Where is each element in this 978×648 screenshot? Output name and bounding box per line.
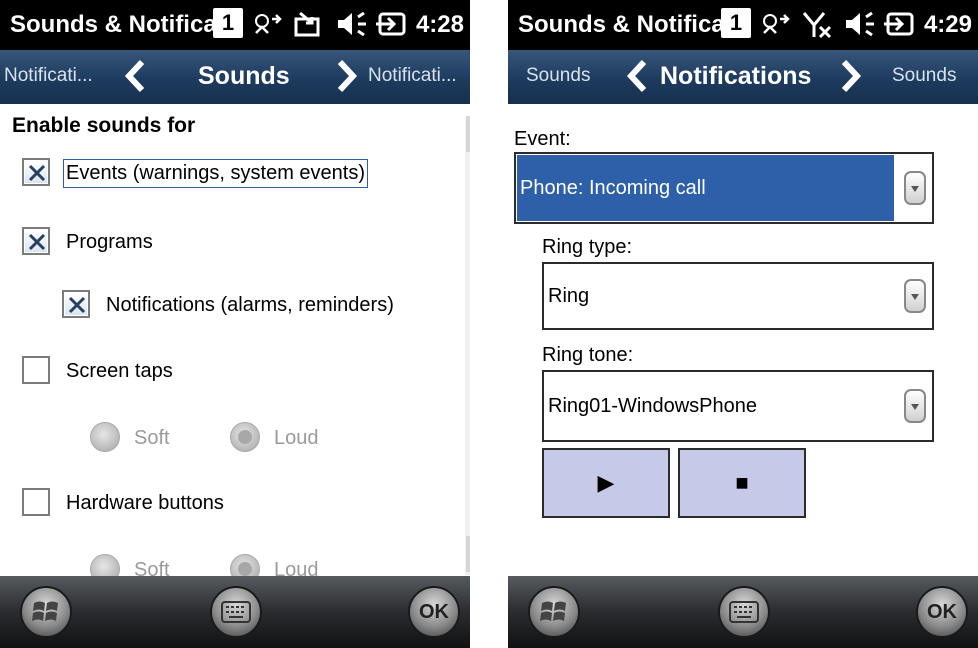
ok-button[interactable]: OK <box>916 586 968 638</box>
ring-tone-select[interactable]: Ring01-WindowsPhone <box>542 370 934 442</box>
chevron-left-icon[interactable] <box>124 59 146 93</box>
screen-taps-soft-radio[interactable] <box>90 422 120 452</box>
stop-button[interactable]: ■ <box>678 448 806 518</box>
hardware-buttons-label[interactable]: Hardware buttons <box>66 492 224 515</box>
start-button[interactable] <box>20 586 72 638</box>
ok-button[interactable]: OK <box>408 586 460 638</box>
ring-type-value: Ring <box>548 284 590 307</box>
notifications-checkbox[interactable] <box>62 290 90 318</box>
status-bar: Sounds & Notifica 1 4:29 <box>508 0 978 50</box>
nav-next-tab[interactable]: Sounds <box>892 65 956 87</box>
events-checkbox[interactable] <box>22 158 50 186</box>
keyboard-icon <box>221 601 251 623</box>
screen-taps-soft-label: Soft <box>134 427 170 449</box>
ring-type-select[interactable]: Ring <box>542 262 934 330</box>
scroll-up-icon[interactable] <box>466 116 470 152</box>
status-bar: Sounds & Notifica 1 4:28 <box>0 0 470 50</box>
dropdown-arrow-icon[interactable] <box>904 171 926 205</box>
sounds-content: Enable sounds for Events (warnings, syst… <box>0 104 470 584</box>
badge-1: 1 <box>721 8 751 38</box>
notifications-screen: Sounds & Notifica 1 4:29 Sounds Notifica… <box>508 0 978 648</box>
check-icon <box>28 164 46 182</box>
ring-tone-label: Ring tone: <box>542 344 634 366</box>
message-icon <box>294 11 320 37</box>
dropdown-arrow-icon[interactable] <box>904 389 926 423</box>
chevron-right-icon[interactable] <box>336 59 358 93</box>
keyboard-button[interactable] <box>718 586 770 638</box>
dropdown-arrow-icon[interactable] <box>904 279 926 313</box>
sounds-screen: Sounds & Notifica 1 4:28 Notificati... S… <box>0 0 470 648</box>
nav-prev-tab[interactable]: Sounds <box>526 65 590 87</box>
battery-icon <box>884 12 914 36</box>
window-title: Sounds & Notifica <box>10 11 217 38</box>
nav-bar: Sounds Notifications Sounds <box>508 50 978 104</box>
screen-taps-label[interactable]: Screen taps <box>66 360 173 383</box>
section-heading: Enable sounds for <box>12 114 196 137</box>
start-button[interactable] <box>528 586 580 638</box>
screen-taps-loud-radio[interactable] <box>230 422 260 452</box>
event-label: Event: <box>514 128 571 150</box>
keyboard-icon <box>729 601 759 623</box>
volume-icon <box>846 11 874 37</box>
check-icon <box>68 296 86 314</box>
clock: 4:29 <box>923 11 972 38</box>
chevron-left-icon[interactable] <box>626 59 648 93</box>
volume-icon <box>338 11 366 37</box>
scroll-down-icon[interactable] <box>466 536 470 572</box>
windows-logo-icon <box>32 601 58 621</box>
keyboard-button[interactable] <box>210 586 262 638</box>
stop-icon: ■ <box>735 470 749 495</box>
network-icon <box>255 14 282 34</box>
play-button[interactable]: ▶ <box>542 448 670 518</box>
events-label[interactable]: Events (warnings, system events) <box>63 159 368 188</box>
chevron-right-icon[interactable] <box>840 59 862 93</box>
ring-type-label: Ring type: <box>542 236 633 258</box>
ring-tone-value: Ring01-WindowsPhone <box>548 394 758 417</box>
nav-next-tab[interactable]: Notificati... <box>368 65 457 87</box>
window-title: Sounds & Notifica <box>518 11 725 38</box>
network-icon <box>763 14 790 34</box>
programs-checkbox[interactable] <box>22 227 50 255</box>
softkey-bar: OK <box>0 576 470 648</box>
softkey-bar: OK <box>508 576 978 648</box>
programs-label[interactable]: Programs <box>66 231 153 254</box>
badge-1: 1 <box>213 8 243 38</box>
nav-bar: Notificati... Sounds Notificati... <box>0 50 470 104</box>
nav-current-tab: Sounds <box>198 62 290 90</box>
battery-icon <box>376 12 406 36</box>
screen-taps-loud-label: Loud <box>274 427 319 449</box>
hardware-buttons-checkbox[interactable] <box>22 488 50 516</box>
screen-taps-checkbox[interactable] <box>22 356 50 384</box>
windows-logo-icon <box>540 601 566 621</box>
no-signal-icon <box>802 12 832 39</box>
check-icon <box>28 233 46 251</box>
scrollbar[interactable] <box>465 117 470 575</box>
event-select[interactable]: Phone: Incoming call <box>514 152 934 224</box>
notifications-content: Event: Phone: Incoming call Ring type: R… <box>508 104 978 576</box>
nav-current-tab: Notifications <box>660 62 812 90</box>
nav-prev-tab[interactable]: Notificati... <box>4 65 93 87</box>
clock: 4:28 <box>415 11 464 38</box>
notifications-label[interactable]: Notifications (alarms, reminders) <box>106 294 394 317</box>
play-icon: ▶ <box>597 470 615 495</box>
event-value: Phone: Incoming call <box>520 176 706 199</box>
